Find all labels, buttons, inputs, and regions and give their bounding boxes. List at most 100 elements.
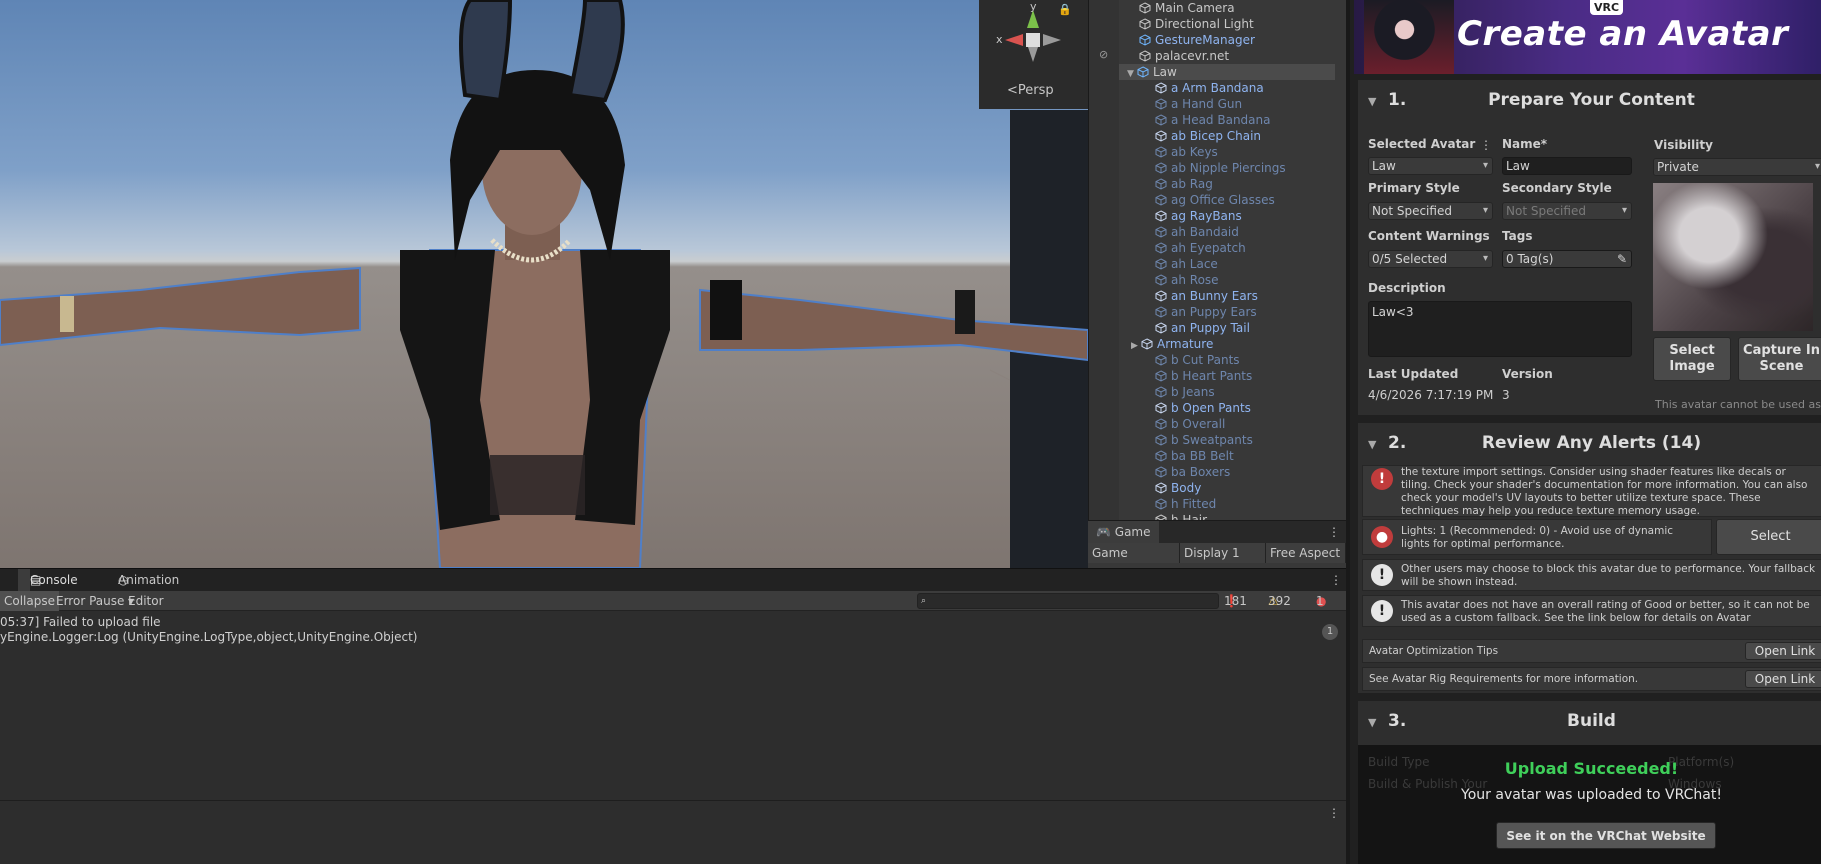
hierarchy-item-label: ag Office Glasses bbox=[1171, 193, 1275, 207]
alert-texture-text: the texture import settings. Consider us… bbox=[1401, 466, 1808, 517]
hierarchy-item[interactable]: an Puppy Ears bbox=[1119, 304, 1335, 320]
visibility-dropdown[interactable]: Private bbox=[1653, 158, 1821, 176]
selected-avatar-dropdown[interactable]: Law bbox=[1368, 157, 1493, 175]
hierarchy-item[interactable]: b Jeans bbox=[1119, 384, 1335, 400]
gameobject-cube-icon bbox=[1155, 114, 1167, 126]
section-build: ▼ 3. Build Build Type Platform(s) Build … bbox=[1358, 701, 1821, 864]
hierarchy-item-label: an Bunny Ears bbox=[1171, 289, 1258, 303]
description-input[interactable]: Law<3 bbox=[1368, 301, 1632, 357]
hierarchy-item[interactable]: h Fitted bbox=[1119, 496, 1335, 512]
hierarchy-item[interactable]: b Overall bbox=[1119, 416, 1335, 432]
hierarchy-item[interactable]: a Head Bandana bbox=[1119, 112, 1335, 128]
console-splitter[interactable] bbox=[0, 800, 1346, 801]
hierarchy-item[interactable]: Body bbox=[1119, 480, 1335, 496]
name-input[interactable]: Law bbox=[1502, 157, 1632, 175]
hierarchy-item[interactable]: GestureManager bbox=[1119, 32, 1335, 48]
hierarchy-item[interactable]: ab Bicep Chain bbox=[1119, 128, 1335, 144]
hierarchy-item[interactable]: an Bunny Ears bbox=[1119, 288, 1335, 304]
tags-field[interactable]: 0 Tag(s) ✎ bbox=[1502, 250, 1632, 268]
log-entry-line1[interactable]: 05:37] Failed to upload file bbox=[0, 615, 161, 629]
kebab-menu-icon[interactable]: ⋮ bbox=[1480, 138, 1492, 152]
hierarchy-item[interactable]: b Cut Pants bbox=[1119, 352, 1335, 368]
search-icon: ⌕ bbox=[921, 596, 927, 606]
tab-console[interactable]: ▤ Console bbox=[18, 569, 78, 591]
log-collapse-count: 1 bbox=[1322, 624, 1338, 640]
primary-style-label: Primary Style bbox=[1368, 181, 1460, 195]
hierarchy-item-label: ab Keys bbox=[1171, 145, 1218, 159]
hierarchy-item[interactable]: a Arm Bandana bbox=[1119, 80, 1335, 96]
tab-game[interactable]: 🎮 Game bbox=[1088, 521, 1159, 543]
open-link-button-2[interactable]: Open Link bbox=[1745, 670, 1821, 688]
hierarchy-item-label: ba BB Belt bbox=[1171, 449, 1234, 463]
hierarchy-item[interactable]: ba Boxers bbox=[1119, 464, 1335, 480]
alert-texture-memory: ! the texture import settings. Consider … bbox=[1362, 465, 1821, 517]
hierarchy-item[interactable]: ag RayBans bbox=[1119, 208, 1335, 224]
error-count: 1 bbox=[1316, 594, 1324, 608]
optimization-tips-row: Avatar Optimization Tips Open Link bbox=[1362, 639, 1821, 663]
hierarchy-item[interactable]: ▼ Law bbox=[1119, 64, 1335, 80]
capture-in-scene-button[interactable]: Capture In Scene bbox=[1738, 337, 1821, 381]
hierarchy-item[interactable]: ah Eyepatch bbox=[1119, 240, 1335, 256]
hierarchy-item[interactable]: ag Office Glasses bbox=[1119, 192, 1335, 208]
game-mode-dropdown[interactable]: Game bbox=[1088, 543, 1180, 563]
hierarchy-item[interactable]: b Sweatpants bbox=[1119, 432, 1335, 448]
select-image-button[interactable]: Select Image bbox=[1653, 337, 1731, 381]
section-3-header[interactable]: ▼ 3. Build bbox=[1358, 701, 1821, 745]
display-dropdown[interactable]: Display 1 bbox=[1180, 543, 1266, 563]
avatar-thumbnail-image bbox=[1653, 183, 1813, 331]
hierarchy-item[interactable]: b Heart Pants bbox=[1119, 368, 1335, 384]
scene-view[interactable]: y x 🔒 <Persp bbox=[0, 0, 1088, 568]
section-1-title: Prepare Your Content bbox=[1488, 90, 1695, 110]
select-lights-button[interactable]: Select bbox=[1716, 519, 1821, 555]
upload-result-overlay: Build Type Platform(s) Build & Publish Y… bbox=[1358, 745, 1821, 864]
kebab-menu-icon[interactable]: ⋮ bbox=[1328, 806, 1340, 820]
content-warnings-dropdown[interactable]: 0/5 Selected bbox=[1368, 250, 1493, 268]
log-entry-line2[interactable]: yEngine.Logger:Log (UnityEngine.LogType,… bbox=[0, 630, 417, 644]
hierarchy-item[interactable]: Directional Light bbox=[1119, 16, 1335, 32]
aspect-dropdown[interactable]: Free Aspect bbox=[1266, 543, 1346, 563]
gameobject-cube-icon bbox=[1155, 210, 1167, 222]
hierarchy-item[interactable]: ah Lace bbox=[1119, 256, 1335, 272]
console-search-input[interactable]: ⌕ bbox=[917, 593, 1219, 609]
hierarchy-item[interactable]: ab Rag bbox=[1119, 176, 1335, 192]
gizmo-x-label: x bbox=[996, 33, 1003, 46]
hierarchy-item[interactable]: Main Camera bbox=[1119, 0, 1335, 16]
hierarchy-panel[interactable]: ⊘ Main Camera Directional Light GestureMan… bbox=[1088, 0, 1346, 527]
hierarchy-item[interactable]: b Open Pants bbox=[1119, 400, 1335, 416]
hierarchy-item[interactable]: ah Rose bbox=[1119, 272, 1335, 288]
visibility-column[interactable]: ⊘ bbox=[1089, 0, 1119, 520]
error-pause-button[interactable]: Error Pause bbox=[54, 591, 126, 611]
eye-hidden-icon[interactable]: ⊘ bbox=[1099, 48, 1108, 61]
section-prepare-content: ▼ 1. Prepare Your Content Selected Avata… bbox=[1358, 80, 1821, 415]
hierarchy-item[interactable]: ab Keys bbox=[1119, 144, 1335, 160]
lock-icon[interactable]: 🔒 bbox=[1058, 3, 1072, 16]
vrchat-website-button[interactable]: See it on the VRChat Website bbox=[1496, 822, 1716, 849]
open-link-button-1[interactable]: Open Link bbox=[1745, 642, 1821, 660]
hierarchy-item[interactable]: ah Bandaid bbox=[1119, 224, 1335, 240]
hierarchy-item[interactable]: ab Nipple Piercings bbox=[1119, 160, 1335, 176]
editor-dropdown[interactable]: Editor ▾ bbox=[128, 591, 164, 611]
tab-animation[interactable]: ◷ Animation bbox=[106, 569, 179, 591]
secondary-style-dropdown[interactable]: Not Specified bbox=[1502, 202, 1632, 220]
gameobject-cube-icon bbox=[1155, 178, 1167, 190]
kebab-menu-icon[interactable]: ⋮ bbox=[1324, 569, 1348, 591]
orientation-gizmo[interactable]: y x 🔒 <Persp bbox=[979, 0, 1088, 109]
section-1-header[interactable]: ▼ 1. Prepare Your Content bbox=[1358, 80, 1821, 124]
hierarchy-item-label: palacevr.net bbox=[1155, 49, 1230, 63]
game-panel: 🎮 Game ⋮ Game Display 1 Free Aspect bbox=[1088, 520, 1346, 568]
section-2-header[interactable]: ▼ 2. Review Any Alerts (14) bbox=[1358, 423, 1821, 467]
hierarchy-item[interactable]: an Puppy Tail bbox=[1119, 320, 1335, 336]
hierarchy-item[interactable]: ba BB Belt bbox=[1119, 448, 1335, 464]
collapse-button[interactable]: Collapse bbox=[0, 591, 59, 611]
gameobject-cube-icon bbox=[1155, 242, 1167, 254]
pencil-icon[interactable]: ✎ bbox=[1617, 251, 1627, 267]
kebab-menu-icon[interactable]: ⋮ bbox=[1328, 521, 1340, 543]
error-icon: ● bbox=[1371, 526, 1393, 548]
hierarchy-item[interactable]: a Hand Gun bbox=[1119, 96, 1335, 112]
hierarchy-item-label: a Hand Gun bbox=[1171, 97, 1243, 111]
hierarchy-item[interactable]: ▶ Armature bbox=[1119, 336, 1335, 352]
secondary-style-label: Secondary Style bbox=[1502, 181, 1612, 195]
persp-toggle[interactable]: <Persp bbox=[1007, 83, 1054, 98]
hierarchy-item[interactable]: palacevr.net bbox=[1119, 48, 1335, 64]
primary-style-dropdown[interactable]: Not Specified bbox=[1368, 202, 1493, 220]
